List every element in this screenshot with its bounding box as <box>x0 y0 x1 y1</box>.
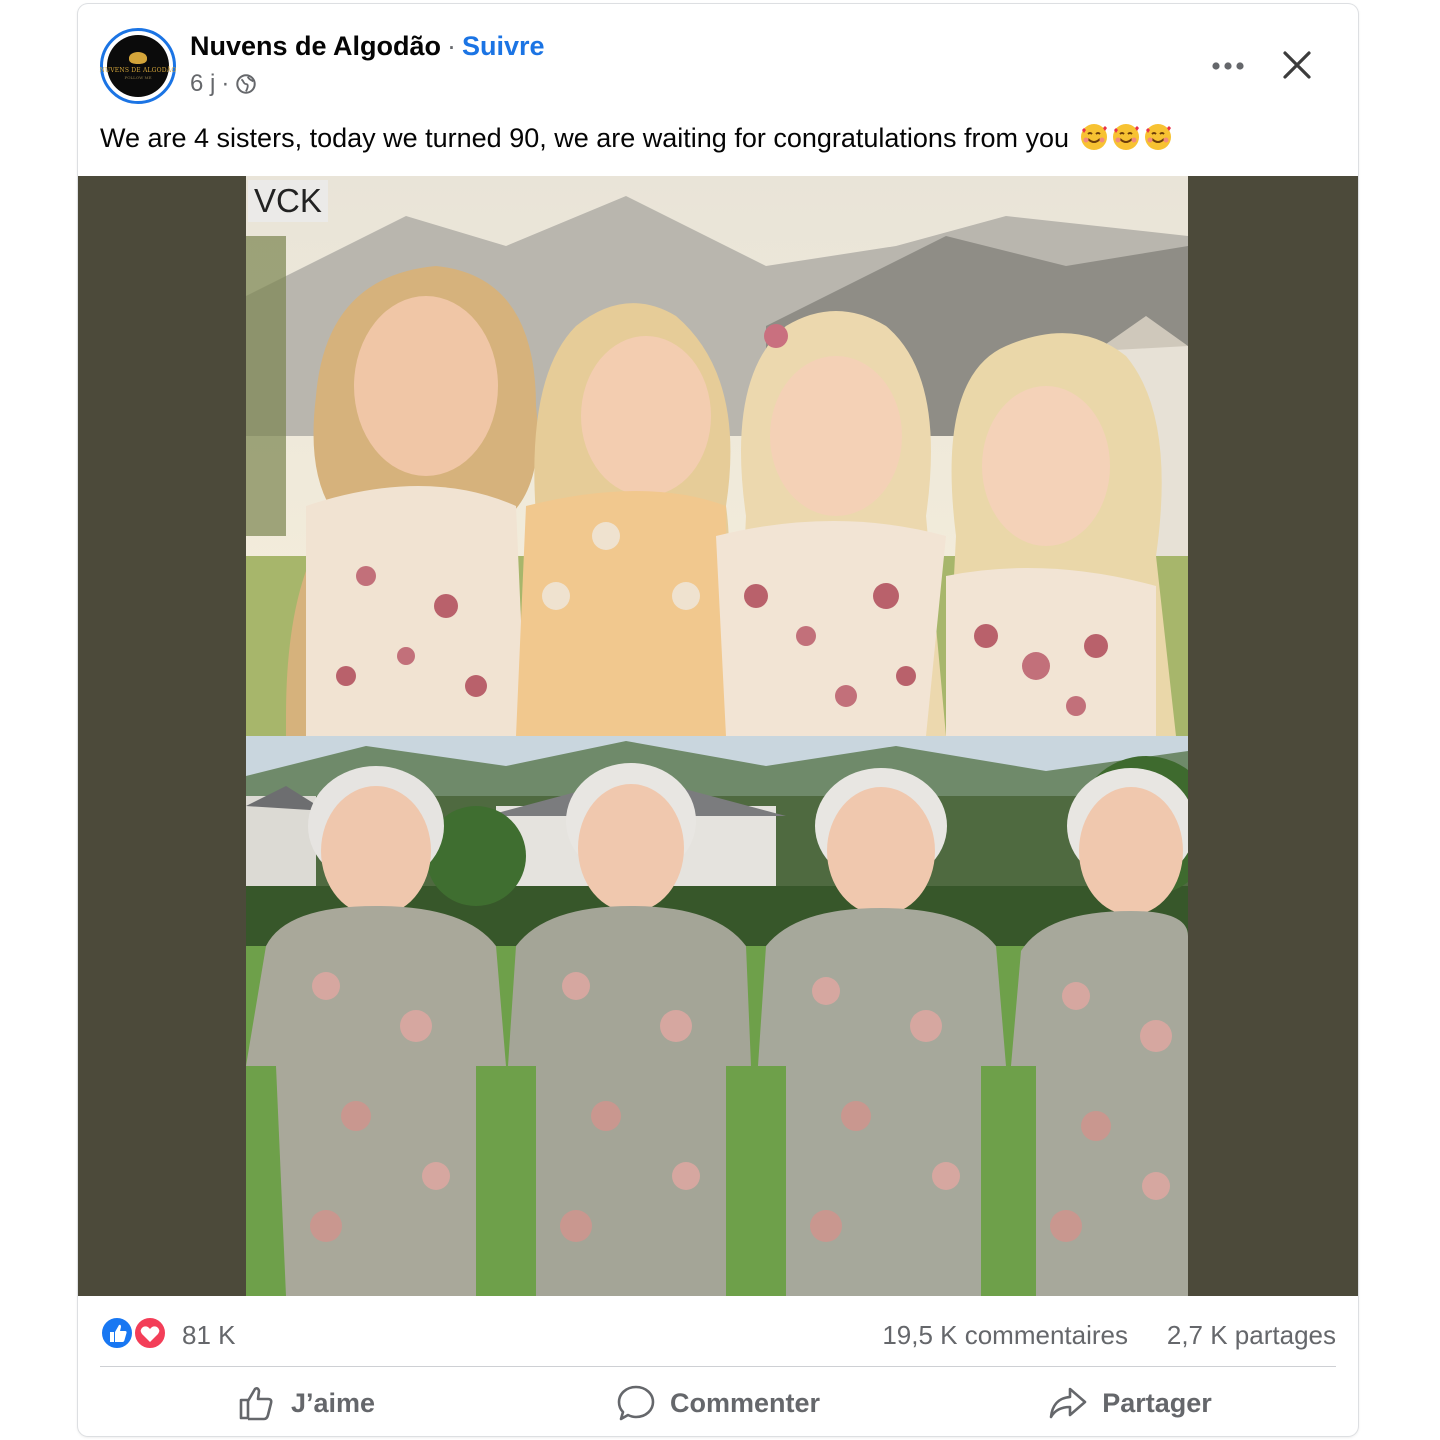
photo-watermark: VCK <box>248 180 328 222</box>
smiling-face-with-hearts-icon <box>1144 124 1171 150</box>
share-button[interactable]: Partager <box>924 1370 1336 1436</box>
avatar-logo: NUVENS DE ALGODÃO FOLLOW ME <box>100 35 176 97</box>
page-title-row: Nuvens de Algodão · Suivre <box>190 31 545 62</box>
follow-button[interactable]: Suivre <box>462 31 545 61</box>
post-actions: J’aime Commenter Partager <box>100 1370 1336 1436</box>
comment-button[interactable]: Commenter <box>512 1370 924 1436</box>
page-avatar[interactable]: NUVENS DE ALGODÃO FOLLOW ME <box>100 28 176 104</box>
meta-separator: · <box>221 70 230 97</box>
reaction-count[interactable]: 81 K <box>182 1320 236 1351</box>
post-header: NUVENS DE ALGODÃO FOLLOW ME Nuvens de Al… <box>78 4 1358 114</box>
close-button[interactable] <box>1272 40 1322 90</box>
post-stats: 81 K 19,5 K commentaires 2,7 K partages <box>78 1296 1358 1368</box>
globe-icon <box>236 74 257 94</box>
avatar-logo-text: NUVENS DE ALGODÃO <box>99 67 177 74</box>
share-button-label: Partager <box>1102 1387 1212 1418</box>
reaction-icons[interactable] <box>100 1316 172 1350</box>
smiling-face-with-hearts-icon <box>1080 124 1107 150</box>
post-meta: 6 j · <box>190 70 257 98</box>
more-dots-icon <box>1212 62 1244 70</box>
like-button-label: J’aime <box>290 1387 376 1418</box>
more-options-button[interactable] <box>1206 44 1250 88</box>
post-card: NUVENS DE ALGODÃO FOLLOW ME Nuvens de Al… <box>78 4 1358 1436</box>
photo-top-girls: VCK <box>246 176 1188 736</box>
smiling-face-with-hearts-icon <box>1112 124 1139 150</box>
post-time-link[interactable]: 6 j <box>190 70 215 98</box>
shares-count[interactable]: 2,7 K partages <box>1167 1320 1336 1351</box>
post-message-text: We are 4 sisters, today we turned 90, we… <box>100 123 1069 153</box>
post-photo[interactable]: VCK <box>246 176 1188 1296</box>
post-media[interactable]: VCK <box>78 176 1358 1296</box>
like-button[interactable]: J’aime <box>100 1370 512 1436</box>
comment-bubble-icon <box>617 1385 655 1421</box>
comment-button-label: Commenter <box>669 1387 821 1418</box>
post-message: We are 4 sisters, today we turned 90, we… <box>100 122 1173 154</box>
cloud-logo-icon <box>129 52 147 64</box>
avatar-logo-subtext: FOLLOW ME <box>124 75 152 80</box>
page-name-link[interactable]: Nuvens de Algodão <box>190 31 441 61</box>
girl-4 <box>946 333 1176 736</box>
close-icon <box>1283 51 1311 79</box>
comments-count[interactable]: 19,5 K commentaires <box>882 1320 1128 1351</box>
share-arrow-icon <box>1049 1387 1087 1419</box>
title-separator: · <box>447 31 457 61</box>
thumbs-up-icon <box>239 1387 273 1421</box>
actions-divider <box>100 1366 1336 1367</box>
photo-bottom-elderly <box>246 736 1188 1296</box>
